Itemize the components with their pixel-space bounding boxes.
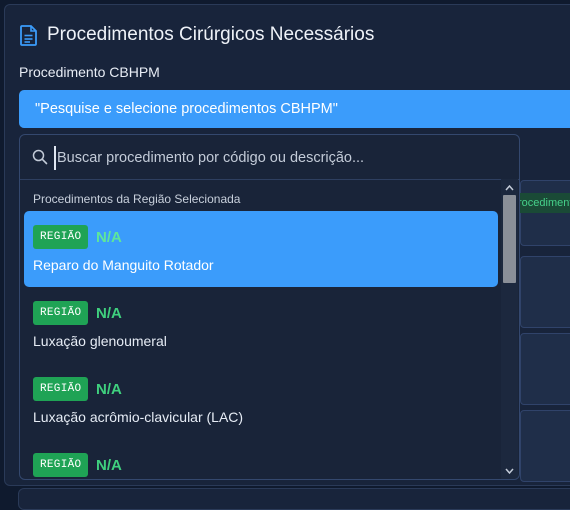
search-input[interactable] [54,146,499,170]
procedure-select-value: "Pesquise e selecione procedimentos CBHP… [35,101,338,117]
chevron-down-icon[interactable] [504,464,515,476]
document-icon [20,24,37,46]
background-card [520,180,570,246]
procedure-field-label: Procedimento CBHPM [19,64,160,80]
region-badge: REGIÃO [33,225,89,249]
region-badge: REGIÃO [33,377,89,401]
region-badge: REGIÃO [33,301,89,325]
background-card [520,410,570,482]
section-header: Procedimentos Cirúrgicos Necessários [20,24,374,46]
scrollbar-thumb[interactable] [503,195,516,283]
background-card [520,256,570,328]
next-panel [18,488,570,510]
section-title: Procedimentos Cirúrgicos Necessários [47,24,375,45]
search-icon [32,149,48,170]
procedure-option[interactable]: REGIÃO N/A Luxação glenoumeral [24,287,498,363]
procedure-code: N/A [96,381,122,398]
search-row [20,135,519,180]
chevron-up-icon[interactable] [504,181,515,193]
procedure-code: N/A [96,305,122,322]
procedure-dropdown: Procedimentos da Região Selecionada REGI… [19,134,520,480]
procedure-name: Luxação glenoumeral [33,333,167,349]
region-badge: REGIÃO [33,453,89,477]
procedure-name: Reparo do Manguito Rotador [33,257,214,273]
dropdown-scrollbar[interactable] [501,179,518,479]
procedure-name: Luxação acrômio-clavicular (LAC) [33,409,244,425]
procedure-code: N/A [96,457,122,474]
procedure-select[interactable]: "Pesquise e selecione procedimentos CBHP… [19,90,570,128]
procedure-option[interactable]: REGIÃO N/A Luxação acrômio-clavicular (L… [24,363,498,439]
procedure-option[interactable]: REGIÃO N/A Reparo do Manguito Rotador [24,211,498,287]
procedure-code: N/A [96,229,122,246]
group-label: Procedimentos da Região Selecionada [33,192,241,206]
background-card-tag: rocedimento [512,193,570,213]
background-card [520,333,570,405]
procedure-option[interactable]: REGIÃO N/A [24,439,498,479]
